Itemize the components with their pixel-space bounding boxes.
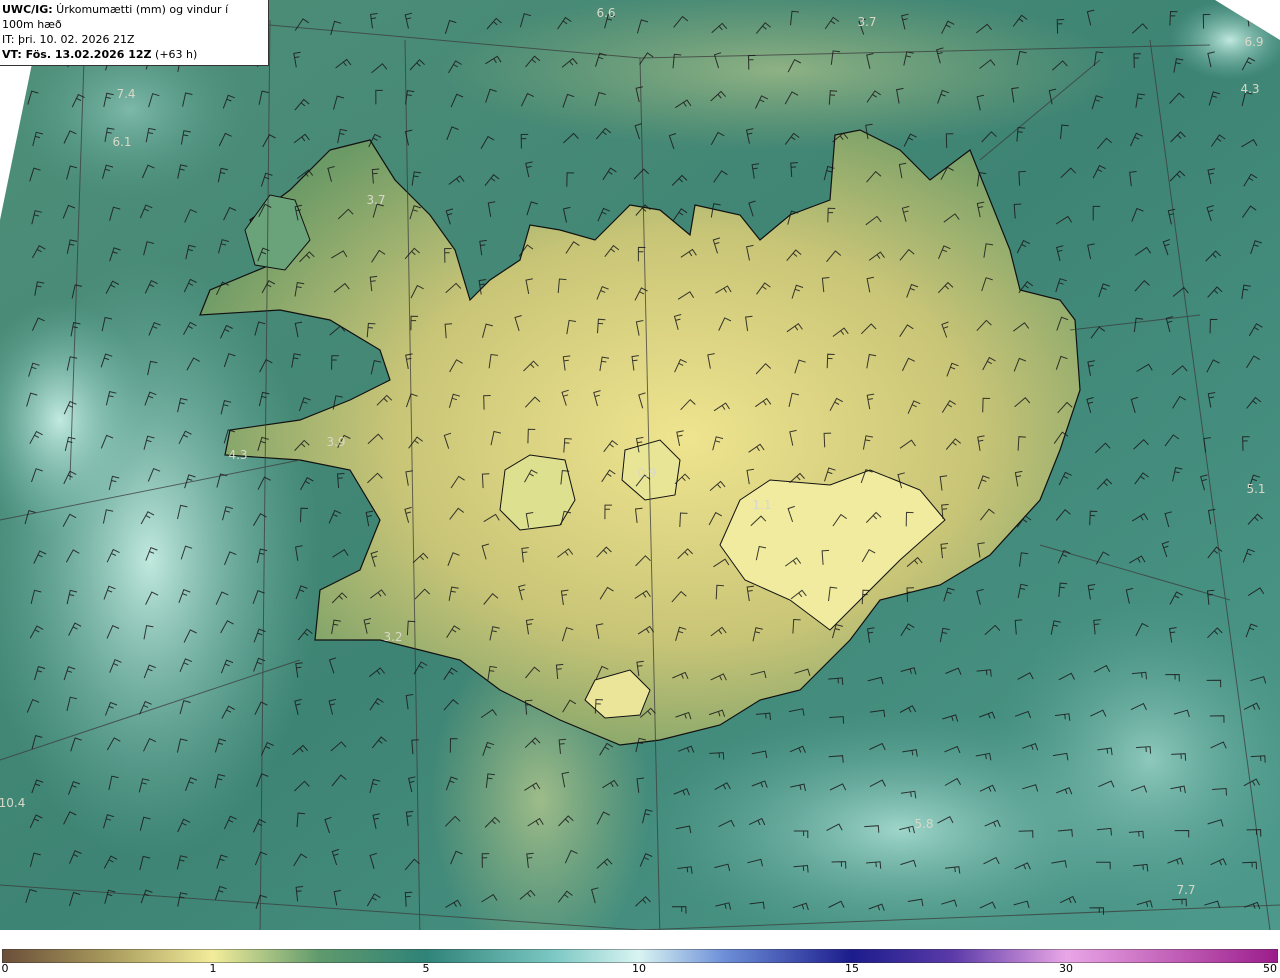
init-label: IT: bbox=[2, 33, 15, 46]
valid-time-label: VT: Fös. 13.02.2026 12Z bbox=[2, 48, 152, 61]
model-label: UWC/IG: bbox=[2, 3, 53, 16]
map-value-label: 3.2 bbox=[383, 630, 403, 644]
map-value-label: 0.9 bbox=[637, 466, 657, 480]
colorbar-tick-label: 0 bbox=[1, 962, 9, 975]
map-value-label: 5.8 bbox=[914, 817, 934, 831]
map-value-label: 3.7 bbox=[857, 15, 877, 29]
colorbar bbox=[2, 949, 1278, 963]
colorbar-ticks: 0 1 5 10 15 30 50 bbox=[0, 962, 1280, 978]
forecast-map[interactable]: 6.6 3.7 6.9 4.3 7.4 6.1 3.7 3.9 4.3 5.1 3.2 5.8 7.7 1… bbox=[0, 0, 1280, 948]
map-value-label: 6.9 bbox=[1244, 35, 1264, 49]
map-value-label: 4.3 bbox=[228, 448, 248, 462]
colorbar-tick-label: 5 bbox=[422, 962, 430, 975]
map-value-label: 7.4 bbox=[116, 87, 136, 101]
colorbar-tick-label: 50 bbox=[1263, 962, 1277, 975]
colorbar-tick-label: 10 bbox=[632, 962, 646, 975]
header-line-3: VT: Fös. 13.02.2026 12Z (+63 h) bbox=[2, 47, 262, 62]
colorbar-tick-label: 15 bbox=[845, 962, 859, 975]
header-box: UWC/IG: Úrkomumætti (mm) og vindur í 100… bbox=[0, 0, 269, 66]
colorbar-tick-label: 1 bbox=[209, 962, 217, 975]
header-line-2: IT: þri. 10. 02. 2026 21Z bbox=[2, 32, 262, 47]
map-value-label: 3.9 bbox=[326, 435, 346, 449]
glacier-langjokull bbox=[499, 454, 576, 531]
map-value-label: 7.7 bbox=[1176, 883, 1196, 897]
lead-time: (+63 h) bbox=[151, 48, 198, 61]
init-time: þri. 10. 02. 2026 21Z bbox=[14, 33, 135, 46]
colorbar-tick-label: 30 bbox=[1059, 962, 1073, 975]
map-value-label: 4.3 bbox=[1240, 82, 1260, 96]
map-value-label: 10.4 bbox=[0, 796, 26, 810]
map-value-label: 3.7 bbox=[366, 193, 386, 207]
map-value-label: 6.1 bbox=[112, 135, 132, 149]
map-value-label: 6.6 bbox=[596, 6, 616, 20]
map-value-label: 1.1 bbox=[752, 498, 772, 512]
header-line-1: UWC/IG: Úrkomumætti (mm) og vindur í 100… bbox=[2, 2, 262, 32]
map-value-label: 5.1 bbox=[1246, 482, 1266, 496]
colorbar-gradient bbox=[2, 949, 1278, 963]
